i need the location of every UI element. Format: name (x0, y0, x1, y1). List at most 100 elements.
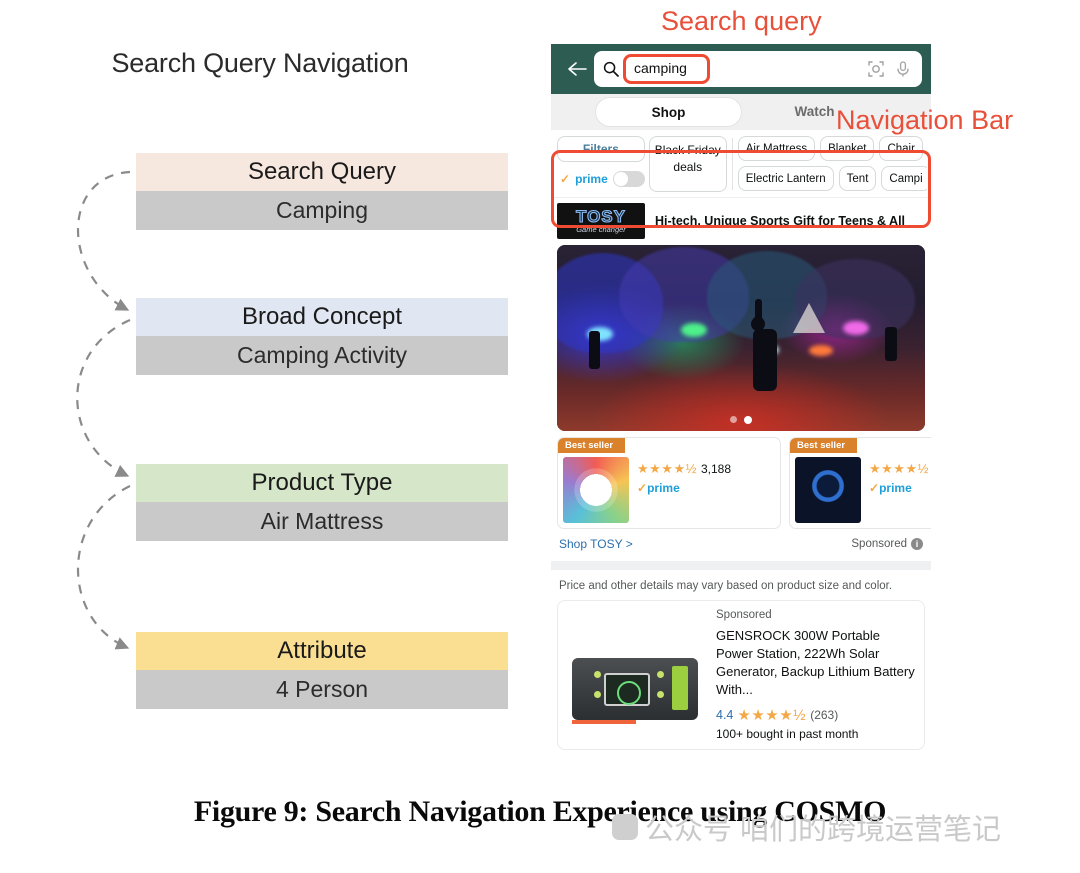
concept-head-label: Broad Concept (136, 298, 508, 336)
sponsored-label: Sponsored (851, 538, 907, 550)
sponsored-listing[interactable]: Sponsored GENSROCK 300W Portable Power S… (557, 600, 925, 750)
search-icon (603, 61, 621, 77)
star-rating-icon: ★★★★½ (869, 461, 929, 476)
product-rating-row: ★★★★½ 3,188 (637, 460, 775, 478)
concept-card-search-query: Search Query Camping (136, 153, 508, 230)
prime-toggle-row[interactable]: ✓ prime (557, 166, 645, 192)
product-meta: ★★★★½ ✓prime (869, 443, 931, 523)
listing-thumbnail[interactable] (566, 609, 706, 724)
tosy-logo-tagline: Game changer (576, 225, 626, 234)
chip-blanket[interactable]: Blanket (820, 136, 875, 161)
sponsored-note: Sponsored i (851, 538, 923, 550)
power-station-body (572, 658, 698, 720)
product-card[interactable]: Best seller ★★★★½ 3,188 ✓prime (557, 437, 781, 529)
concept-card-broad-concept: Broad Concept Camping Activity (136, 298, 508, 375)
chip-camping[interactable]: Campi (881, 166, 927, 191)
person-silhouette (885, 327, 897, 361)
review-count: 3,188 (700, 462, 731, 476)
chip-chair[interactable]: Chair (879, 136, 923, 161)
chip-electric-lantern[interactable]: Electric Lantern (737, 166, 834, 191)
section-divider (551, 561, 931, 570)
review-count: (263) (810, 708, 839, 722)
prime-check-icon: ✓ (637, 481, 648, 495)
prime-label: prime (647, 481, 680, 495)
shop-tosy-link[interactable]: Shop TOSY > (559, 537, 633, 551)
tab-shop[interactable]: Shop (595, 97, 742, 127)
category-chip-row: Electric Lantern Tent Campi (737, 166, 927, 191)
filters-button[interactable]: Filters (557, 136, 645, 162)
person-silhouette (589, 331, 600, 369)
product-rating-row: ★★★★½ (869, 460, 931, 478)
concept-card-attribute: Attribute 4 Person (136, 632, 508, 709)
concept-head-label: Attribute (136, 632, 508, 670)
camera-lens-icon[interactable] (866, 61, 886, 77)
carousel-dot[interactable] (730, 416, 737, 423)
concept-head-label: Search Query (136, 153, 508, 191)
search-query-text: camping (634, 60, 687, 76)
rating-value: 4.4 (716, 708, 734, 722)
listing-rating-row[interactable]: 4.4 ★★★★½ (263) (716, 706, 916, 724)
power-station-port (594, 691, 601, 698)
tosy-logo-word: TOSY (575, 207, 626, 226)
annotation-navigation-bar: Navigation Bar (836, 105, 1014, 135)
filters-divider (731, 138, 733, 190)
best-seller-badge: Best seller (558, 438, 626, 453)
sponsored-kicker: Sponsored (716, 609, 772, 621)
listing-meta: Sponsored GENSROCK 300W Portable Power S… (716, 609, 916, 741)
power-station-screen (604, 673, 650, 706)
product-thumbnail[interactable] (795, 457, 861, 523)
concept-value-label: Camping Activity (136, 336, 508, 375)
concept-card-product-type: Product Type Air Mattress (136, 464, 508, 541)
hero-image[interactable] (557, 245, 925, 431)
chip-tent[interactable]: Tent (838, 166, 877, 191)
search-input[interactable]: camping (594, 51, 922, 87)
tent-shape (793, 303, 825, 333)
brand-tagline: Hi-tech, Unique Sports Gift for Teens & … (655, 214, 906, 228)
black-friday-deals-chip[interactable]: Black Friday deals (648, 136, 727, 192)
annotation-search-query: Search query (661, 6, 822, 36)
category-chips: Air Mattress Blanket Chair Electric Lant… (737, 136, 927, 192)
concept-value-label: 4 Person (136, 670, 508, 709)
star-rating-icon: ★★★★½ (637, 461, 697, 476)
listing-title[interactable]: GENSROCK 300W Portable Power Station, 22… (716, 627, 916, 699)
glow-light (843, 321, 869, 335)
concept-value-label: Camping (136, 191, 508, 230)
diagram-title: Search Query Navigation (111, 48, 409, 78)
hero-carousel-dots[interactable] (557, 416, 925, 424)
glow-light (809, 345, 833, 356)
prime-toggle-switch[interactable] (612, 171, 645, 187)
category-chip-row: Air Mattress Blanket Chair (737, 136, 927, 161)
person-silhouette (753, 329, 777, 391)
power-station-port (657, 691, 664, 698)
brand-banner[interactable]: TOSY Game changer Hi-tech, Unique Sports… (551, 198, 931, 245)
hero-image-wrap (551, 245, 931, 431)
chip-air-mattress[interactable]: Air Mattress (737, 136, 816, 161)
info-icon[interactable]: i (911, 538, 923, 550)
back-arrow-icon[interactable] (560, 61, 594, 77)
star-rating-icon: ★★★★½ (737, 707, 807, 724)
bought-in-past-month: 100+ bought in past month (716, 727, 859, 741)
prime-label: prime (879, 481, 912, 495)
best-seller-badge: Best seller (790, 438, 858, 453)
shop-brand-row: Shop TOSY > Sponsored i (551, 529, 931, 561)
product-meta: ★★★★½ 3,188 ✓prime (637, 443, 775, 523)
concept-head-label: Product Type (136, 464, 508, 502)
filters-left-column: Filters ✓ prime (557, 136, 645, 192)
watermark-logo-icon (612, 814, 638, 840)
product-card[interactable]: Best seller ★★★★½ ✓prime (789, 437, 931, 529)
search-query-navigation-diagram: Search Query Navigation Search Query Cam… (0, 0, 540, 790)
prime-badge: ✓prime (637, 481, 775, 495)
sponsored-product-row: Best seller ★★★★½ 3,188 ✓prime Best selle… (551, 431, 931, 529)
power-station-port (657, 671, 664, 678)
filters-strip: Filters ✓ prime Black Friday deals Air M… (551, 130, 931, 198)
prime-check-icon: ✓ (560, 172, 571, 186)
carousel-dot-active[interactable] (744, 416, 752, 424)
microphone-icon[interactable] (893, 61, 913, 77)
listing-accent-bar (572, 720, 636, 724)
prime-badge: ✓prime (869, 481, 931, 495)
watermark: 公众号 咱们的跨境运营笔记 (612, 806, 1001, 848)
tosy-logo: TOSY Game changer (557, 203, 645, 239)
search-value-container[interactable]: camping (623, 54, 859, 84)
prime-check-icon: ✓ (869, 481, 880, 495)
product-thumbnail[interactable] (563, 457, 629, 523)
